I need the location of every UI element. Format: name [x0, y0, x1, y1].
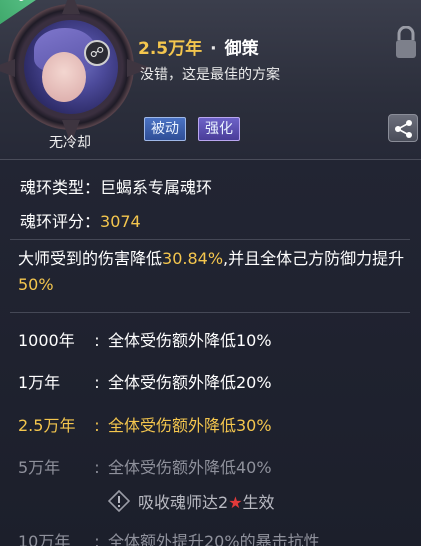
ring-type-line: 魂环类型：巨蝎系专属魂环 [20, 174, 212, 198]
tier-year: 1000年 [18, 331, 75, 350]
skill-header: ☍ 87 无冷却 2.5万年·御策 没错，这是最佳的方案 被动 强化 [0, 0, 421, 160]
tier-effect: 全体受伤额外降低30% [108, 416, 272, 435]
tier-year: 10万年 [18, 532, 71, 546]
tier-separator: : [94, 458, 100, 477]
description-text-2: ,并且全体己方防御力提升 [223, 249, 405, 268]
divider [10, 312, 410, 313]
tier-effect: 全体受伤额外降低20% [108, 373, 272, 392]
ring-type-label: 魂环类型： [20, 178, 101, 197]
tag-passive: 被动 [144, 117, 186, 141]
tier-row: 1万年: 全体受伤额外降低20% [18, 371, 272, 395]
no-cooldown-label: 无冷却 [49, 135, 91, 151]
tier-separator: : [94, 331, 100, 350]
requirement-suffix: 生效 [242, 493, 275, 512]
ring-age: 2.5万年 [138, 39, 203, 59]
ring-rating-value: 3074 [100, 212, 141, 231]
warning-icon [108, 490, 130, 512]
character-portrait [24, 20, 118, 114]
ring-type-value: 巨蝎系专属魂环 [100, 178, 213, 197]
divider [10, 239, 410, 240]
tier-row: 1000年: 全体受伤额外降低10% [18, 329, 272, 353]
tier-year: 1万年 [18, 373, 61, 392]
share-button[interactable] [388, 114, 418, 142]
tier-separator: : [94, 532, 100, 546]
tier-effect: 全体受伤额外降低40% [108, 458, 272, 477]
skill-title: 2.5万年 · 御策 [138, 34, 259, 59]
tier-year: 5万年 [18, 458, 61, 477]
description-value-1: 30.84% [162, 249, 224, 268]
title-separator: · [210, 39, 217, 59]
description-value-2: 50% [18, 275, 54, 294]
star-icon: ★ [228, 493, 243, 512]
description-text-1: 大师受到的伤害降低 [18, 249, 163, 268]
ring-rating-line: 魂环评分：3074 [20, 208, 141, 232]
tier-row-active: 2.5万年: 全体受伤额外降低30% [18, 414, 272, 438]
skill-description: 大师受到的伤害降低30.84%,并且全体己方防御力提升 50% [18, 246, 413, 298]
tier-effect: 全体受伤额外降低10% [108, 331, 272, 350]
tier-year: 2.5万年 [18, 416, 76, 435]
ring-rating-label: 魂环评分： [20, 212, 101, 231]
tier-effect: 全体额外提升20%的暴击抗性 [108, 532, 320, 546]
tier-requirement: 吸收魂师达2★生效 [108, 489, 275, 513]
tier-separator: : [94, 416, 100, 435]
scorpion-badge-icon: ☍ [84, 40, 110, 66]
requirement-text: 吸收魂师达2 [138, 493, 229, 512]
share-icon [395, 120, 412, 138]
lock-icon[interactable] [395, 26, 417, 60]
tag-enhance: 强化 [198, 117, 240, 141]
tier-row-locked: 5万年: 全体受伤额外降低40% [18, 456, 272, 480]
tier-separator: : [94, 373, 100, 392]
skill-name: 御策 [224, 39, 259, 59]
skill-subtitle: 没错，这是最佳的方案 [140, 67, 280, 83]
tier-row-locked: 10万年: 全体额外提升20%的暴击抗性 [18, 530, 320, 546]
